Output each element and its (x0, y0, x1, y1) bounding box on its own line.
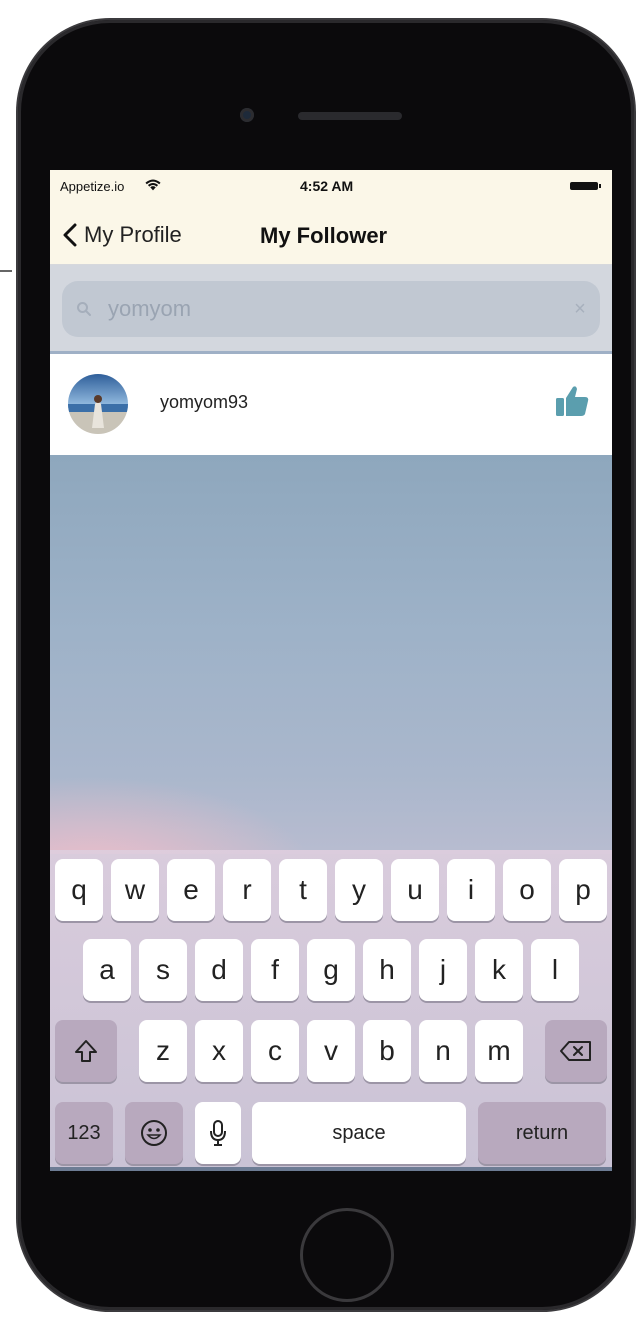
shift-icon (75, 1040, 97, 1062)
key-h[interactable]: h (363, 939, 411, 1001)
on-screen-keyboard: q w e r t y u i o p a s d f g h j k l z … (50, 850, 612, 1171)
key-y[interactable]: y (335, 859, 383, 921)
key-c[interactable]: c (251, 1020, 299, 1082)
dictation-key[interactable] (195, 1102, 241, 1164)
chevron-left-icon (63, 223, 77, 247)
emoji-icon (141, 1120, 167, 1146)
key-n[interactable]: n (419, 1020, 467, 1082)
key-t[interactable]: t (279, 859, 327, 921)
key-u[interactable]: u (391, 859, 439, 921)
backspace-icon (560, 1041, 591, 1061)
key-v[interactable]: v (307, 1020, 355, 1082)
microphone-icon (210, 1120, 226, 1146)
key-f[interactable]: f (251, 939, 299, 1001)
numbers-key[interactable]: 123 (55, 1102, 113, 1164)
key-k[interactable]: k (475, 939, 523, 1001)
back-label: My Profile (84, 222, 182, 247)
wifi-icon (145, 179, 161, 191)
key-m[interactable]: m (475, 1020, 523, 1082)
search-icon (77, 302, 91, 316)
key-p[interactable]: p (559, 859, 607, 921)
home-button[interactable] (300, 1208, 394, 1302)
back-button[interactable]: My Profile (62, 222, 182, 248)
key-g[interactable]: g (307, 939, 355, 1001)
camera-icon (240, 108, 254, 122)
key-z[interactable]: z (139, 1020, 187, 1082)
search-area: × (50, 265, 612, 351)
navigation-bar: My Profile My Follower (50, 206, 612, 265)
key-r[interactable]: r (223, 859, 271, 921)
search-bar[interactable]: × (62, 281, 600, 337)
key-x[interactable]: x (195, 1020, 243, 1082)
status-bar: Appetize.io 4:52 AM (50, 170, 612, 206)
key-l[interactable]: l (531, 939, 579, 1001)
follower-row[interactable]: yomyom93 (50, 354, 612, 455)
key-e[interactable]: e (167, 859, 215, 921)
app-screen: Appetize.io 4:52 AM My Profile My Follow… (50, 170, 612, 1171)
speaker-grille (298, 112, 402, 120)
bottom-edge (50, 1167, 612, 1171)
key-b[interactable]: b (363, 1020, 411, 1082)
delete-key[interactable] (545, 1020, 607, 1082)
key-j[interactable]: j (419, 939, 467, 1001)
follower-username: yomyom93 (160, 392, 249, 412)
background-line (0, 270, 12, 272)
key-a[interactable]: a (83, 939, 131, 1001)
thumbs-up-icon[interactable] (554, 384, 590, 418)
search-input[interactable] (106, 295, 560, 323)
clear-icon[interactable]: × (560, 298, 600, 321)
avatar (68, 374, 128, 434)
carrier-label: Appetize.io (60, 179, 125, 194)
battery-icon (570, 182, 601, 190)
key-d[interactable]: d (195, 939, 243, 1001)
key-q[interactable]: q (55, 859, 103, 921)
shift-key[interactable] (55, 1020, 117, 1082)
space-key[interactable]: space (252, 1102, 466, 1164)
key-w[interactable]: w (111, 859, 159, 921)
key-o[interactable]: o (503, 859, 551, 921)
emoji-key[interactable] (125, 1102, 183, 1164)
key-i[interactable]: i (447, 859, 495, 921)
return-key[interactable]: return (478, 1102, 606, 1164)
key-s[interactable]: s (139, 939, 187, 1001)
page-title: My Follower (260, 223, 388, 248)
clock: 4:52 AM (300, 178, 354, 194)
background-wallpaper (50, 455, 612, 854)
